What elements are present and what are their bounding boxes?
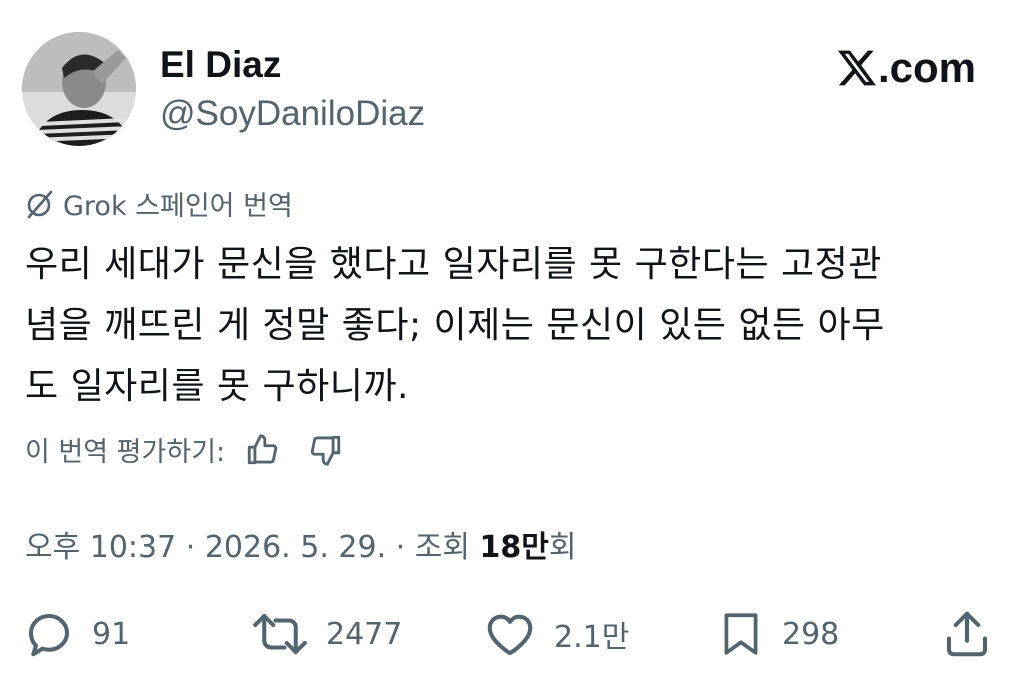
avatar[interactable] — [22, 32, 136, 146]
site-logo: .com — [837, 44, 976, 92]
reply-icon — [28, 613, 70, 657]
like-button[interactable]: 2.1만 — [482, 604, 629, 664]
meta-separator: · — [176, 530, 205, 565]
bookmark-icon — [724, 613, 758, 655]
share-button[interactable] — [940, 604, 994, 664]
heart-icon — [487, 614, 533, 656]
reply-button[interactable]: 91 — [22, 604, 130, 664]
views-prefix: 조회 — [414, 530, 480, 565]
thumbs-up-icon[interactable] — [245, 433, 279, 467]
views-suffix: 회 — [548, 530, 577, 565]
meta-separator: · — [386, 530, 415, 565]
translation-label: Grok 스페인어 번역 — [25, 184, 293, 223]
translation-text: Grok 스페인어 번역 — [63, 191, 293, 222]
rate-label: 이 번역 평가하기: — [25, 437, 226, 468]
like-count: 2.1만 — [554, 620, 630, 655]
avatar-photo — [22, 32, 136, 146]
grok-icon — [27, 190, 53, 218]
thumbs-down-icon[interactable] — [309, 433, 343, 467]
x-logo-icon — [837, 50, 876, 86]
bookmark-button[interactable]: 298 — [716, 604, 839, 664]
share-icon — [946, 611, 988, 657]
author-name[interactable]: El Diaz — [160, 44, 281, 86]
tweet-text: 우리 세대가 문신을 했다고 일자리를 못 구한다는 고정관 념을 깨뜨린 게 … — [25, 234, 1000, 417]
views-count: 18만 — [479, 530, 549, 565]
tweet-line: 도 일자리를 못 구하니까. — [25, 366, 409, 407]
author-handle[interactable]: @SoyDaniloDiaz — [160, 94, 425, 134]
tweet-time[interactable]: 오후 10:37 — [25, 530, 176, 565]
repost-icon — [253, 613, 307, 655]
tweet-meta: 오후 10:37 · 2026. 5. 29. · 조회 18만회 — [25, 522, 576, 566]
tweet-line: 념을 깨뜨린 게 정말 좋다; 이제는 문신이 있든 없든 아무 — [25, 305, 885, 346]
repost-button[interactable]: 2477 — [250, 604, 402, 664]
action-bar: 91 2477 2.1만 298 — [0, 604, 1024, 664]
tweet-line: 우리 세대가 문신을 했다고 일자리를 못 구한다는 고정관 — [25, 244, 882, 285]
site-label: .com — [877, 44, 976, 91]
bookmark-count: 298 — [782, 616, 840, 652]
repost-count: 2477 — [326, 616, 403, 652]
rate-translation: 이 번역 평가하기: — [25, 430, 343, 469]
reply-count: 91 — [92, 616, 131, 652]
tweet-date[interactable]: 2026. 5. 29. — [205, 530, 386, 565]
